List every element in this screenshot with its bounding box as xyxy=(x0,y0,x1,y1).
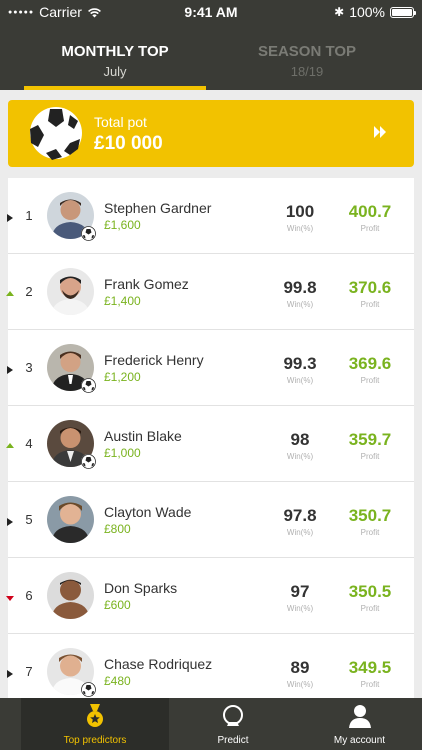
win-caption: Win(%) xyxy=(286,300,314,309)
tab-monthly-top[interactable]: MONTHLY TOP July xyxy=(24,24,206,90)
nav-top-predictors[interactable]: Top predictors xyxy=(21,698,169,750)
total-pot-banner[interactable]: Total pot £10 000 xyxy=(8,100,414,167)
profit-value: 369.6 xyxy=(348,354,392,373)
predictor-name: Stephen Gardner xyxy=(104,200,212,216)
win-percent: 99.3 xyxy=(283,354,317,373)
win-percent: 99.8 xyxy=(283,278,317,297)
profit-caption: Profit xyxy=(360,376,380,385)
predictor-prize: £1,200 xyxy=(104,370,141,384)
nav-predict[interactable]: Predict xyxy=(169,698,297,750)
trend-same-icon xyxy=(7,366,13,374)
double-chevron-right-icon xyxy=(374,126,386,138)
predictors-list: 1 Stephen Gardner £1,600 100 Win(%) 400.… xyxy=(6,178,414,710)
win-caption: Win(%) xyxy=(286,376,314,385)
predictor-prize: £1,600 xyxy=(104,218,141,232)
profit-caption: Profit xyxy=(360,452,380,461)
win-caption: Win(%) xyxy=(286,452,314,461)
pot-amount: £10 000 xyxy=(94,133,163,154)
crystal-ball-icon xyxy=(223,705,243,726)
profit-value: 350.5 xyxy=(348,582,392,601)
nav-label: My account xyxy=(333,735,386,746)
win-percent: 97 xyxy=(290,582,310,601)
win-caption: Win(%) xyxy=(286,224,314,233)
trend-down-icon xyxy=(6,596,14,601)
rank-number: 5 xyxy=(25,512,33,527)
predictor-row[interactable]: 5 Clayton Wade £800 97.8 Win(%) 350.7 Pr… xyxy=(7,482,414,558)
soccer-ball-badge-icon xyxy=(81,682,96,697)
soccer-ball-badge-icon xyxy=(81,454,96,469)
nav-my-account[interactable]: My account xyxy=(297,698,422,750)
rank-number: 2 xyxy=(25,284,33,299)
avatar xyxy=(47,496,94,543)
battery-icon xyxy=(390,6,416,18)
win-caption: Win(%) xyxy=(286,604,314,613)
predictor-row[interactable]: 1 Stephen Gardner £1,600 100 Win(%) 400.… xyxy=(7,178,414,254)
profit-value: 350.7 xyxy=(348,506,392,525)
win-percent: 100 xyxy=(285,202,315,221)
win-caption: Win(%) xyxy=(286,528,314,537)
profit-caption: Profit xyxy=(360,300,380,309)
trend-same-icon xyxy=(7,670,13,678)
profit-caption: Profit xyxy=(360,224,380,233)
profit-value: 349.5 xyxy=(348,658,392,677)
predictor-prize: £1,400 xyxy=(104,294,141,308)
pot-label: Total pot xyxy=(94,114,147,130)
profit-value: 400.7 xyxy=(348,202,392,221)
tab-subtitle: July xyxy=(103,64,127,79)
avatar xyxy=(47,268,94,315)
tab-title: SEASON TOP xyxy=(257,43,357,60)
rank-number: 4 xyxy=(25,436,33,451)
predictor-row[interactable]: 3 Frederick Henry £1,200 99.3 Win(%) 369… xyxy=(7,330,414,406)
leaderboard-tabs: MONTHLY TOP July SEASON TOP 18/19 xyxy=(0,24,422,90)
predictor-name: Austin Blake xyxy=(104,428,182,444)
win-percent: 97.8 xyxy=(283,506,317,525)
tab-season-top[interactable]: SEASON TOP 18/19 xyxy=(216,24,398,90)
win-percent: 98 xyxy=(290,430,310,449)
win-percent: 89 xyxy=(290,658,310,677)
profit-value: 370.6 xyxy=(348,278,392,297)
rank-number: 3 xyxy=(25,360,33,375)
nav-label: Top predictors xyxy=(63,735,127,746)
predictor-prize: £600 xyxy=(104,598,131,612)
tab-subtitle: 18/19 xyxy=(290,64,324,79)
profit-caption: Profit xyxy=(360,680,380,689)
predictor-row[interactable]: 6 Don Sparks £600 97 Win(%) 350.5 Profit xyxy=(6,558,414,634)
predictor-name: Chase Rodriquez xyxy=(104,656,213,672)
rank-number: 1 xyxy=(25,208,33,223)
trend-up-icon xyxy=(6,291,14,296)
medal-icon xyxy=(87,704,103,727)
trend-same-icon xyxy=(7,518,13,526)
predictor-prize: £1,000 xyxy=(104,446,141,460)
predictor-row[interactable]: 4 Austin Blake £1,000 98 Win(%) 359.7 Pr… xyxy=(6,406,414,482)
soccer-ball-badge-icon xyxy=(81,226,96,241)
win-caption: Win(%) xyxy=(286,680,314,689)
rank-number: 6 xyxy=(25,588,33,603)
battery-percent: 100% xyxy=(349,4,385,20)
predictor-name: Clayton Wade xyxy=(104,504,192,520)
predictor-name: Frank Gomez xyxy=(104,276,189,292)
rank-number: 7 xyxy=(25,664,33,679)
predictor-name: Don Sparks xyxy=(104,580,178,596)
predictor-name: Frederick Henry xyxy=(104,352,204,368)
predictor-prize: £480 xyxy=(104,674,131,688)
avatar xyxy=(47,572,94,619)
predictor-row[interactable]: 2 Frank Gomez £1,400 99.8 Win(%) 370.6 P… xyxy=(6,254,414,330)
predictor-prize: £800 xyxy=(104,522,131,536)
trend-up-icon xyxy=(6,443,14,448)
tab-title: MONTHLY TOP xyxy=(61,43,169,60)
soccer-ball-icon xyxy=(30,107,82,160)
user-icon xyxy=(348,705,371,728)
soccer-ball-badge-icon xyxy=(81,378,96,393)
profit-caption: Profit xyxy=(360,604,380,613)
profit-caption: Profit xyxy=(360,528,380,537)
profit-value: 359.7 xyxy=(348,430,392,449)
nav-label: Predict xyxy=(217,735,249,746)
trend-same-icon xyxy=(7,214,13,222)
bluetooth-icon: ✱ xyxy=(334,5,345,19)
bottom-nav: Top predictors Predict My account xyxy=(0,698,422,750)
status-bar: ●●●●● Carrier 9:41 AM ✱ 100% xyxy=(0,0,422,24)
